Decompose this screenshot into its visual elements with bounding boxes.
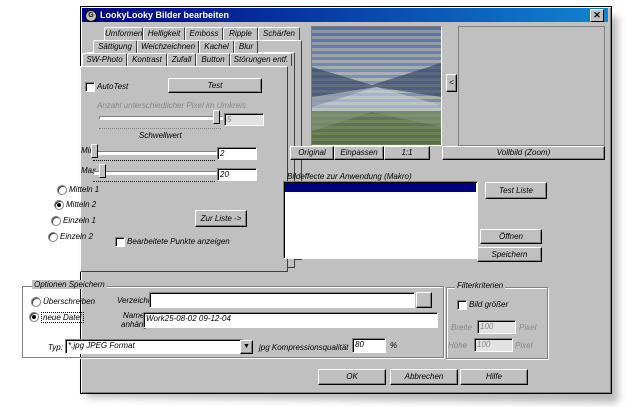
min-track (93, 151, 217, 155)
show-points-checkbox[interactable] (115, 237, 125, 247)
radio-mitteln-2-label: Mitteln 2 (66, 200, 97, 209)
tab-blur[interactable]: Blur (234, 40, 258, 53)
file-type-select[interactable]: *.jpg JPEG Format (65, 339, 244, 354)
threshold-label: Schwellwert (139, 131, 182, 140)
save-list-button[interactable]: Speichern (477, 247, 542, 262)
radio-mitteln-2[interactable] (54, 200, 64, 210)
width-label: Breite (451, 323, 472, 332)
width-unit: Pixel (519, 323, 537, 332)
autotest-label: AutoTest (97, 82, 129, 91)
tab-helligkeit[interactable]: Helligkeit (143, 27, 185, 40)
quality-input[interactable]: 80 (352, 338, 386, 353)
tab-kachel[interactable]: Kachel (199, 40, 234, 53)
open-button[interactable]: Öffnen (480, 229, 542, 244)
add-to-list-button[interactable]: Zur Liste -> (195, 210, 247, 227)
radio-einzeln-1-label: Einzeln 1 (63, 216, 96, 225)
tab-sw-photo[interactable]: SW-Photo (82, 53, 127, 66)
height-label: Höhe (448, 341, 468, 350)
save-options-title: Optionen Speichern (32, 280, 107, 289)
app-icon: G (85, 10, 97, 22)
tab-zufall[interactable]: Zufall (167, 53, 196, 66)
test-button[interactable]: Test (168, 78, 262, 93)
quality-unit: % (390, 341, 398, 350)
max-slider[interactable] (99, 164, 106, 178)
width-input[interactable]: 100 (477, 320, 516, 334)
show-points-label: Bearbeitete Punkte anzeigen (127, 237, 230, 246)
effects-list-selection[interactable] (285, 183, 476, 192)
ratio-button[interactable]: 1:1 (384, 146, 430, 160)
image-texture (312, 27, 441, 145)
name-label-line1: Name (123, 311, 145, 320)
ok-button[interactable]: OK (318, 369, 386, 385)
window-title: LookyLooky Bilder bearbeiten (100, 10, 230, 20)
radio-mitteln-1[interactable] (57, 185, 67, 195)
max-ticks (93, 181, 215, 183)
fullscreen-button[interactable]: Vollbild (Zoom) (442, 146, 605, 160)
close-button[interactable]: ✕ (590, 9, 604, 22)
quality-label: jpg Kompressionsqualität (259, 343, 349, 352)
tab-emboss[interactable]: Emboss (185, 27, 223, 40)
max-track (93, 171, 217, 175)
test-list-button[interactable]: Test Liste (485, 182, 547, 199)
original-preview-image (311, 26, 442, 146)
tab-schaerfen[interactable]: Schärfen (258, 27, 300, 40)
radio-einzeln-1[interactable] (51, 216, 61, 226)
title-bar[interactable]: G LookyLooky Bilder bearbeiten ✕ (82, 8, 608, 22)
browse-directory-button[interactable] (416, 292, 432, 308)
filter-panel: AutoTest Test Anzahl unterschiedlicher P… (48, 66, 288, 272)
tab-stoerungen[interactable]: Störungen entf. (230, 53, 292, 66)
min-ticks (93, 160, 215, 162)
filter-criteria-title: Filterkriterien (455, 281, 506, 290)
min-input[interactable]: 2 (217, 147, 257, 160)
tab-ripple[interactable]: Ripple (223, 27, 258, 40)
chevron-down-icon: ▼ (243, 343, 250, 350)
tab-kontrast[interactable]: Kontrast (127, 53, 167, 66)
name-suffix-input[interactable]: Work25-08-02 09-12-04 (143, 312, 438, 328)
cancel-button[interactable]: Abbrechen (390, 369, 458, 385)
tab-button[interactable]: Button (196, 53, 230, 66)
radio-einzeln-2[interactable] (48, 232, 58, 242)
pixel-count-ticks (99, 128, 221, 130)
tab-weichzeichnen[interactable]: Weichzeichnen (137, 40, 199, 53)
collapse-arrow-button[interactable]: < (446, 74, 457, 92)
directory-input[interactable] (149, 292, 415, 308)
dialog-window: G LookyLooky Bilder bearbeiten ✕ Umforme… (0, 0, 632, 407)
effects-listbox[interactable] (283, 181, 478, 259)
tab-umformen[interactable]: Umformen (104, 27, 143, 40)
pixel-count-input[interactable]: 5 (224, 113, 264, 126)
file-type-dropdown-button[interactable]: ▼ (240, 340, 253, 354)
min-slider[interactable] (91, 144, 98, 158)
max-input[interactable]: 20 (217, 168, 257, 181)
type-label: Typ: (48, 343, 63, 352)
help-button[interactable]: Hilfe (460, 369, 528, 385)
new-file-label: neue Datei (41, 312, 84, 323)
zoom-preview-area (458, 26, 605, 146)
radio-new-file[interactable] (29, 312, 39, 322)
bigger-image-label: Bild größer (469, 300, 509, 309)
radio-overwrite[interactable] (31, 297, 41, 307)
pixel-count-slider[interactable] (213, 110, 220, 124)
bigger-image-checkbox[interactable] (457, 300, 467, 310)
autotest-checkbox[interactable] (85, 82, 95, 92)
radio-mitteln-1-label: Mitteln 1 (69, 185, 100, 194)
height-input[interactable]: 100 (474, 338, 513, 352)
original-button[interactable]: Original (290, 146, 334, 160)
pixel-count-track (99, 116, 223, 120)
effects-list-label: Bildeffecte zur Anwendung (Makro) (287, 172, 412, 181)
overwrite-label: Überschreiben (43, 297, 96, 306)
tab-saettigung[interactable]: Sättigung (93, 40, 137, 53)
radio-einzeln-2-label: Einzeln 2 (60, 232, 93, 241)
fit-button[interactable]: Einpassen (334, 146, 384, 160)
pixel-count-label: Anzahl unterschiedlicher Pixel im Umkrei… (97, 101, 246, 110)
height-unit: Pixel (515, 341, 533, 350)
